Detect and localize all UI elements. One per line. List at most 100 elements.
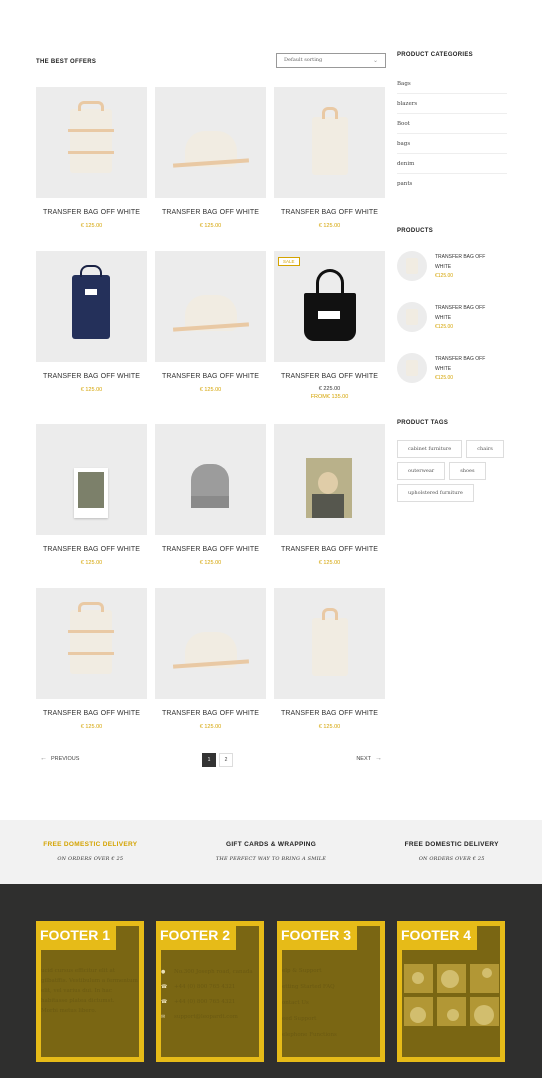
sidebar-product-thumb[interactable] [397, 301, 427, 332]
product-title[interactable]: TRANSFER BAG OFF WHITE [274, 710, 385, 717]
product-card[interactable]: TRANSFER BAG OFF WHITE € 125.00 [36, 588, 147, 752]
sidebar-product-price: €125.00 [435, 273, 454, 279]
sidebar-product-thumb[interactable] [397, 352, 427, 383]
product-card[interactable]: TRANSFER BAG OFF WHITE € 125.00 [155, 588, 266, 752]
product-tag[interactable]: chairs [466, 440, 504, 458]
product-image[interactable] [36, 251, 147, 362]
product-price-from: FROM€ 135.00 [310, 394, 349, 400]
product-title[interactable]: TRANSFER BAG OFF WHITE [155, 546, 266, 553]
mail-icon: ✉ [161, 1013, 166, 1020]
product-image[interactable] [36, 424, 147, 535]
footer-1-title: FOOTER 1 [36, 921, 117, 950]
product-card[interactable]: TRANSFER BAG OFF WHITE € 125.00 [36, 424, 147, 588]
pagination: ← PREVIOUS 12 NEXT → [36, 753, 386, 767]
footer-col-2: FOOTER 2 ● No.300 Joseph road, canada ☎ +44… [156, 921, 264, 1062]
feature-item: GIFT CARDS & WRAPPING THE PERFECT WAY TO … [181, 820, 362, 884]
footer-contact: ☎ +44 (0) 800 765 4321 [161, 994, 259, 1009]
next-label: NEXT [356, 756, 371, 762]
product-tag[interactable]: upholstered furniture [397, 484, 474, 502]
category-link[interactable]: denim [397, 154, 507, 174]
product-title[interactable]: TRANSFER BAG OFF WHITE [274, 373, 385, 380]
sidebar-product-name[interactable]: TRANSFER BAG OFF WHITE [435, 303, 497, 323]
chairs-image[interactable] [404, 997, 433, 1026]
footer-2-title: FOOTER 2 [156, 921, 237, 950]
bowl-image[interactable] [437, 997, 466, 1026]
page-button[interactable]: 2 [219, 753, 233, 767]
sidebar-product[interactable]: TRANSFER BAG OFF WHITE €125.00 [397, 240, 507, 291]
sidebar-product[interactable]: TRANSFER BAG OFF WHITE €125.00 [397, 291, 507, 342]
sidebar-product[interactable]: TRANSFER BAG OFF WHITE €125.00 [397, 342, 507, 393]
footer-link[interactable]: elp & Support [282, 963, 380, 979]
sort-select[interactable]: Default sorting ⌄ [276, 52, 386, 68]
product-price: € 125.00 [199, 223, 222, 229]
category-link[interactable]: Bags [397, 74, 507, 94]
product-title[interactable]: TRANSFER BAG OFF WHITE [36, 546, 147, 553]
category-link[interactable]: Boot [397, 114, 507, 134]
sidebar-product-name[interactable]: TRANSFER BAG OFF WHITE [435, 354, 497, 374]
product-image[interactable] [155, 87, 266, 198]
category-link[interactable]: pants [397, 174, 507, 194]
product-card[interactable]: TRANSFER BAG OFF WHITE € 125.00 [274, 87, 385, 251]
features-bar: FREE DOMESTIC DELIVERY ON ORDERS OVER € 2… [0, 820, 542, 884]
product-image[interactable] [155, 588, 266, 699]
sidebar-product-thumb[interactable] [397, 250, 427, 281]
product-title[interactable]: TRANSFER BAG OFF WHITE [274, 546, 385, 553]
footer-3-links: elp & Support etting Started FAQ ontact Us… [282, 963, 380, 1043]
product-card[interactable]: TRANSFER BAG OFF WHITE € 125.00 [36, 87, 147, 251]
product-title[interactable]: TRANSFER BAG OFF WHITE [274, 209, 385, 216]
product-image[interactable] [274, 87, 385, 198]
feature-title: FREE DOMESTIC DELIVERY [404, 841, 499, 848]
product-card[interactable]: TRANSFER BAG OFF WHITE € 125.00 [274, 424, 385, 588]
plates-image[interactable] [437, 964, 466, 993]
product-price: € 125.00 [80, 223, 103, 229]
footer-contact: ☎ +44 (0) 800 765 4321 [161, 979, 259, 994]
footer-link[interactable]: etting Started FAQ [282, 979, 380, 995]
product-tag[interactable]: shoes [449, 462, 486, 480]
product-card[interactable]: TRANSFER BAG OFF WHITE € 125.00 [155, 87, 266, 251]
sidebar-product-info: TRANSFER BAG OFF WHITE €125.00 [435, 303, 497, 330]
product-title[interactable]: TRANSFER BAG OFF WHITE [36, 373, 147, 380]
product-title[interactable]: TRANSFER BAG OFF WHITE [155, 209, 266, 216]
product-price: € 125.00 [318, 560, 341, 566]
product-image[interactable]: SALE [274, 251, 385, 362]
sidebar-product-name[interactable]: TRANSFER BAG OFF WHITE [435, 252, 497, 272]
product-image[interactable] [155, 424, 266, 535]
product-card[interactable]: TRANSFER BAG OFF WHITE € 125.00 [155, 424, 266, 588]
product-image[interactable] [274, 588, 385, 699]
sidebar: PRODUCT CATEGORIES Bags blazers Boot bags de… [397, 52, 507, 502]
sort-value: Default sorting [284, 57, 323, 63]
footer-2-contacts: ● No.300 Joseph road, canada ☎ +44 (0) 800 … [161, 964, 259, 1024]
categories-heading: PRODUCT CATEGORIES [397, 52, 473, 58]
product-image[interactable] [36, 87, 147, 198]
product-card[interactable]: TRANSFER BAG OFF WHITE € 125.00 [155, 251, 266, 424]
previous-label: PREVIOUS [51, 756, 80, 762]
product-card[interactable]: TRANSFER BAG OFF WHITE € 125.00 [36, 251, 147, 424]
product-title[interactable]: TRANSFER BAG OFF WHITE [155, 710, 266, 717]
category-link[interactable]: bags [397, 134, 507, 154]
product-card[interactable]: SALE TRANSFER BAG OFF WHITE € 225.00 FROM€ … [274, 251, 385, 424]
product-tag[interactable]: outerwear [397, 462, 446, 480]
cup-image[interactable] [470, 964, 499, 993]
footer-link[interactable]: ontact Us [282, 995, 380, 1011]
page-button[interactable]: 1 [202, 753, 216, 767]
footer-text-line: Morbi metus libero. [41, 1008, 97, 1014]
footer-link[interactable]: elephone Functions [282, 1027, 380, 1043]
footer-link[interactable]: eed Support [282, 1011, 380, 1027]
next-page-link[interactable]: NEXT → [356, 755, 386, 762]
product-title[interactable]: TRANSFER BAG OFF WHITE [36, 710, 147, 717]
footer-col-1: FOOTER 1 ucid cursus efficitur elit at gi… [36, 921, 144, 1062]
product-image[interactable] [274, 424, 385, 535]
category-link[interactable]: blazers [397, 94, 507, 114]
lemon-image[interactable] [404, 964, 433, 993]
bicycle-image[interactable] [470, 997, 499, 1026]
feature-subtitle: ON ORDERS OVER € 25 [57, 856, 124, 862]
product-image[interactable] [155, 251, 266, 362]
product-title[interactable]: TRANSFER BAG OFF WHITE [36, 209, 147, 216]
product-card[interactable]: TRANSFER BAG OFF WHITE € 125.00 [274, 588, 385, 752]
product-title[interactable]: TRANSFER BAG OFF WHITE [155, 373, 266, 380]
product-tag[interactable]: cabinet furniture [397, 440, 463, 458]
feature-subtitle: ON ORDERS OVER € 25 [418, 856, 485, 862]
product-price: € 225.00 [318, 386, 341, 392]
product-image[interactable] [36, 588, 147, 699]
previous-page-link[interactable]: ← PREVIOUS [36, 755, 79, 762]
